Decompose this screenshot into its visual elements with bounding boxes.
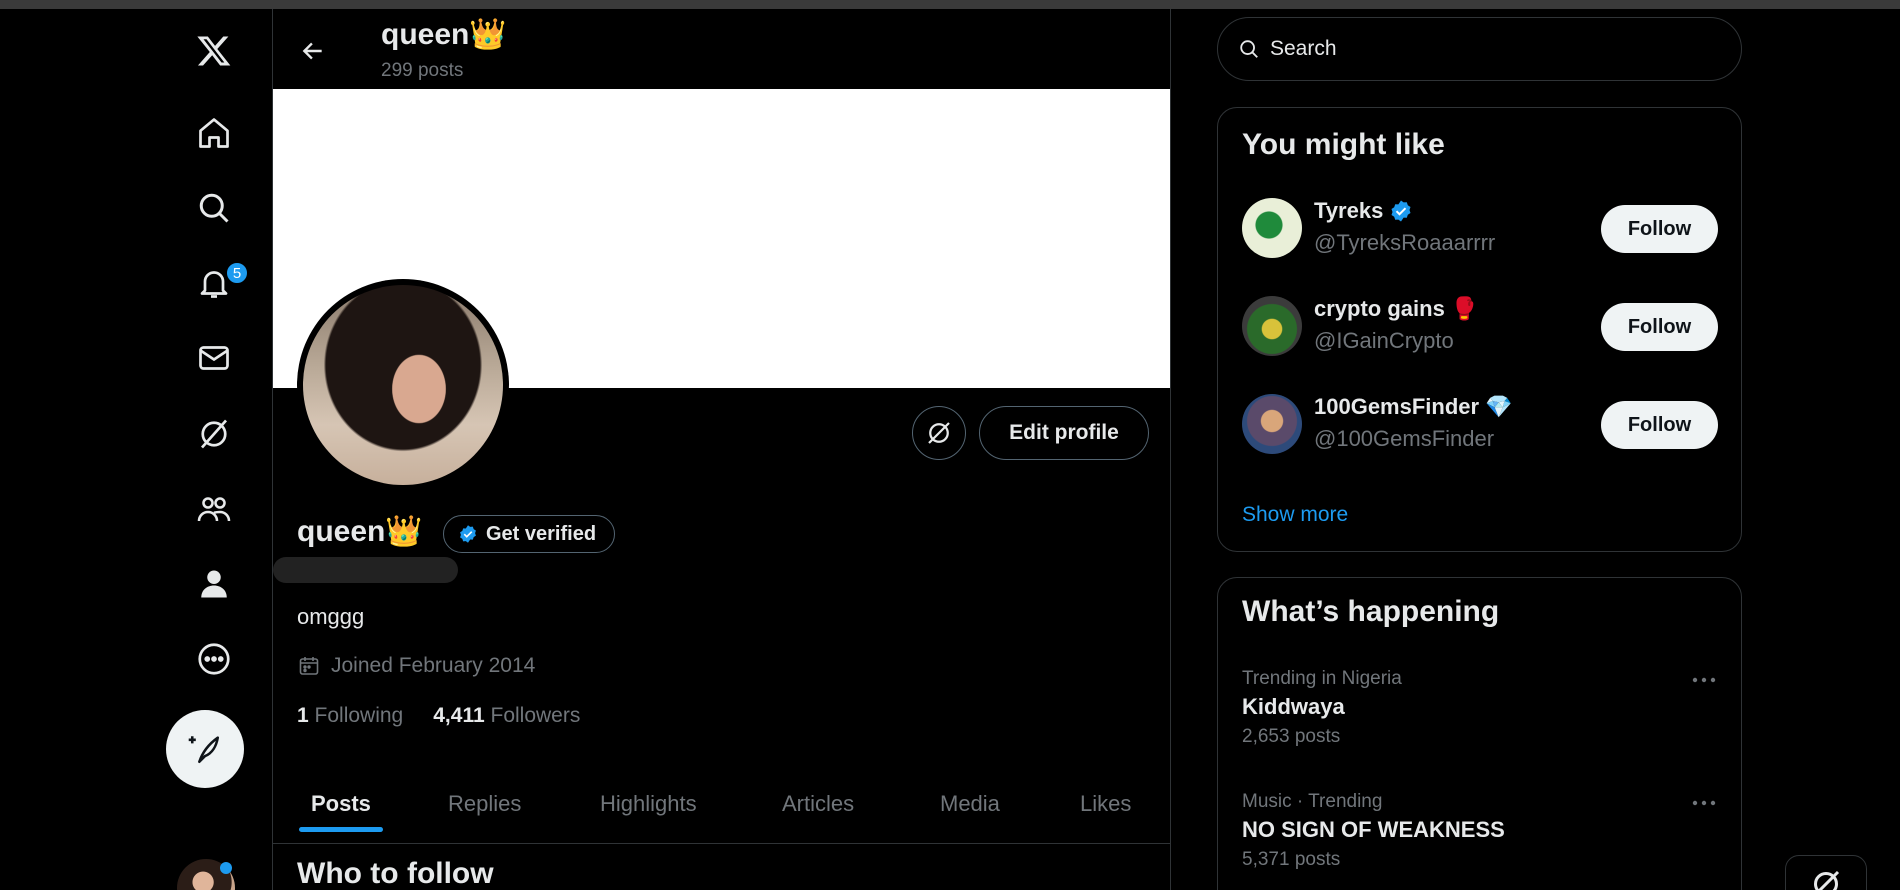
grok-icon[interactable] (186, 406, 242, 462)
left-nav: 5 (165, 9, 265, 890)
home-icon[interactable] (186, 105, 242, 161)
trend-posts: 2,653 posts (1242, 726, 1341, 747)
suggestion-handle: @TyreksRoaaarrrr (1314, 230, 1496, 255)
suggestion-name: crypto gains (1314, 296, 1445, 321)
grok-icon (1814, 870, 1840, 890)
suggestion-item[interactable]: 100GemsFinder 💎 @100GemsFinder Follow (1242, 394, 1718, 458)
window-top-strip (0, 0, 1900, 9)
gem-emoji: 💎 (1485, 394, 1513, 419)
verified-badge-icon (1391, 200, 1411, 222)
more-options-icon[interactable] (1690, 668, 1718, 692)
you-might-like-title: You might like (1242, 128, 1445, 161)
trend-name: NO SIGN OF WEAKNESS (1242, 817, 1505, 842)
trend-meta: Music · Trending (1242, 791, 1383, 812)
tab-likes[interactable]: Likes (1080, 764, 1131, 844)
suggestion-name-row: Tyreks (1314, 198, 1413, 224)
profile-icon[interactable] (186, 556, 242, 612)
back-button[interactable] (295, 33, 331, 69)
profile-photo (303, 285, 503, 485)
compose-post-button[interactable] (166, 710, 244, 788)
suggestion-name-row: crypto gains 🥊 (1314, 296, 1478, 322)
arrow-left-icon (302, 42, 322, 60)
communities-icon[interactable] (186, 481, 242, 537)
joined-label: Joined February 2014 (331, 654, 536, 677)
grok-icon (928, 422, 950, 444)
trend-item[interactable]: Music · Trending NO SIGN OF WEAKNESS 5,3… (1242, 791, 1718, 871)
search-input[interactable] (1270, 37, 1710, 61)
suggestion-name: Tyreks (1314, 198, 1384, 223)
who-to-follow-heading: Who to follow (297, 857, 494, 890)
get-verified-label: Get verified (486, 522, 597, 545)
following-label: Following (314, 704, 404, 727)
search-box[interactable] (1217, 17, 1742, 81)
following-count: 1 (297, 704, 309, 727)
suggestion-name-row: 100GemsFinder 💎 (1314, 394, 1512, 420)
mail-icon[interactable] (186, 330, 242, 386)
more-icon[interactable] (186, 631, 242, 687)
following-link[interactable]: 1 Following (297, 704, 403, 728)
profile-bio: omggg (297, 604, 365, 629)
header-title: queen👑 (381, 18, 507, 51)
header-post-count: 299 posts (381, 60, 464, 81)
active-tab-indicator (299, 827, 383, 832)
profile-avatar[interactable] (297, 279, 509, 491)
grok-floating-button[interactable] (1785, 855, 1867, 890)
suggestion-avatar (1242, 394, 1302, 454)
tab-articles[interactable]: Articles (782, 764, 854, 844)
compose-icon (188, 736, 220, 764)
grok-button[interactable] (912, 406, 966, 460)
search-icon[interactable] (186, 180, 242, 236)
follow-button[interactable]: Follow (1601, 205, 1718, 253)
handle-redacted (273, 557, 458, 583)
tab-media[interactable]: Media (940, 764, 1000, 844)
suggestion-item[interactable]: Tyreks @TyreksRoaaarrrr Follow (1242, 198, 1718, 262)
trend-meta: Trending in Nigeria (1242, 668, 1402, 689)
whats-happening-card: What’s happening Trending in Nigeria Kid… (1217, 577, 1742, 890)
notifications-icon[interactable]: 5 (186, 255, 249, 311)
edit-profile-button[interactable]: Edit profile (979, 406, 1149, 460)
boxing-glove-emoji: 🥊 (1450, 296, 1479, 321)
profile-tabs: Posts Replies Highlights Articles Media … (273, 764, 1170, 844)
followers-link[interactable]: 4,411 Followers (433, 704, 580, 728)
verified-badge-icon (460, 525, 476, 543)
whats-happening-title: What’s happening (1242, 595, 1500, 628)
trend-name: Kiddwaya (1242, 694, 1345, 719)
suggestion-avatar (1242, 198, 1302, 258)
follow-button[interactable]: Follow (1601, 401, 1718, 449)
follow-stats: 1 Following 4,411 Followers (297, 704, 580, 728)
x-logo-icon[interactable] (186, 23, 242, 79)
follow-button[interactable]: Follow (1601, 303, 1718, 351)
followers-count: 4,411 (433, 704, 485, 727)
tab-replies[interactable]: Replies (448, 764, 521, 844)
suggestion-avatar (1242, 296, 1302, 356)
get-verified-button[interactable]: Get verified (443, 515, 616, 553)
calendar-icon (299, 657, 319, 675)
trend-item[interactable]: Trending in Nigeria Kiddwaya 2,653 posts (1242, 668, 1718, 748)
followers-label: Followers (490, 704, 581, 727)
suggestion-handle: @IGainCrypto (1314, 328, 1454, 353)
profile-name: queen👑 (297, 515, 423, 548)
suggestion-item[interactable]: crypto gains 🥊 @IGainCrypto Follow (1242, 296, 1718, 360)
more-options-icon[interactable] (1690, 791, 1718, 815)
profile-column: queen👑 299 posts Edit profile queen👑 Get… (272, 9, 1171, 890)
account-status-dot (220, 862, 232, 874)
tab-posts[interactable]: Posts (311, 764, 371, 844)
search-icon (1240, 40, 1258, 58)
trend-posts: 5,371 posts (1242, 849, 1341, 870)
suggestion-handle: @100GemsFinder (1314, 426, 1495, 451)
suggestion-name: 100GemsFinder (1314, 394, 1480, 419)
show-more-link[interactable]: Show more (1242, 503, 1348, 527)
joined-date: Joined February 2014 (297, 654, 535, 678)
notification-badge: 5 (225, 261, 249, 285)
tab-highlights[interactable]: Highlights (600, 764, 697, 844)
you-might-like-card: You might like Tyreks @TyreksRoaaarrrr F… (1217, 107, 1742, 552)
